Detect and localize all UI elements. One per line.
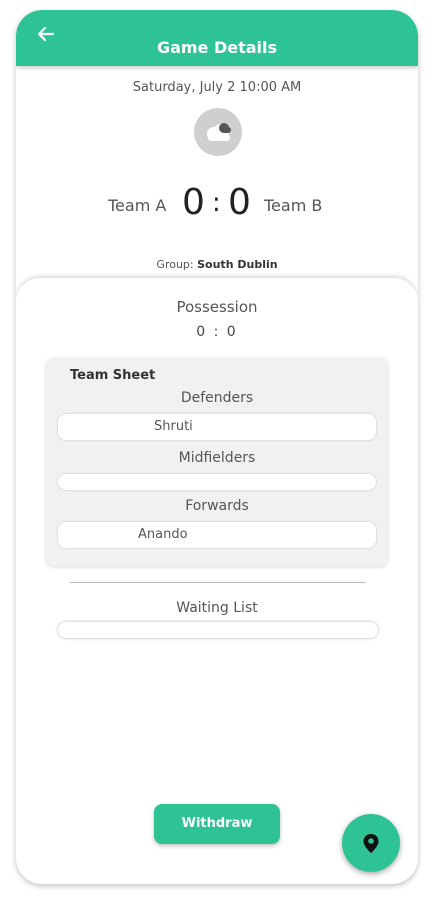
group-label: Group: bbox=[156, 258, 194, 271]
possession-label: Possession bbox=[176, 298, 258, 316]
section-divider bbox=[70, 582, 366, 583]
score-separator: : bbox=[212, 188, 221, 218]
midfielders-label: Midfielders bbox=[178, 450, 256, 466]
location-button[interactable] bbox=[342, 814, 400, 872]
map-pin-icon bbox=[363, 834, 379, 853]
midfielders-field[interactable] bbox=[58, 474, 376, 490]
team-b-name: Team B bbox=[264, 196, 323, 215]
forwards-field[interactable]: Anando bbox=[58, 522, 376, 548]
details-card: Possession 0 : 0 Team Sheet Defenders Sh… bbox=[16, 278, 418, 884]
forwards-label: Forwards bbox=[185, 498, 249, 514]
group-info: Group: South Dublin bbox=[16, 258, 418, 271]
withdraw-button[interactable]: Withdraw bbox=[154, 804, 280, 844]
team-a-name: Team A bbox=[108, 196, 167, 215]
waiting-list-field[interactable] bbox=[58, 622, 378, 638]
team-sheet-panel: Team Sheet Defenders Shruti Midfielders … bbox=[46, 358, 388, 566]
scoreboard: Team A 0 : 0 Team B bbox=[16, 180, 418, 230]
app-screen: Game Details Saturday, July 2 10:00 AM T… bbox=[16, 10, 418, 884]
group-value: South Dublin bbox=[197, 258, 278, 271]
defenders-label: Defenders bbox=[180, 390, 254, 406]
team-a-score: 0 bbox=[182, 182, 205, 223]
page-title: Game Details bbox=[156, 38, 278, 57]
team-b-score: 0 bbox=[228, 182, 251, 223]
app-bar: Game Details bbox=[16, 10, 418, 66]
defenders-field[interactable]: Shruti bbox=[58, 414, 376, 440]
waiting-list-label: Waiting List bbox=[176, 600, 258, 616]
forwards-value: Anando bbox=[138, 527, 188, 542]
cloud-icon bbox=[194, 108, 242, 156]
defenders-value: Shruti bbox=[154, 419, 193, 434]
match-datetime: Saturday, July 2 10:00 AM bbox=[132, 80, 302, 95]
possession-score: 0 : 0 bbox=[196, 324, 238, 340]
team-sheet-title: Team Sheet bbox=[70, 368, 156, 383]
cloud-glyph bbox=[207, 123, 231, 141]
